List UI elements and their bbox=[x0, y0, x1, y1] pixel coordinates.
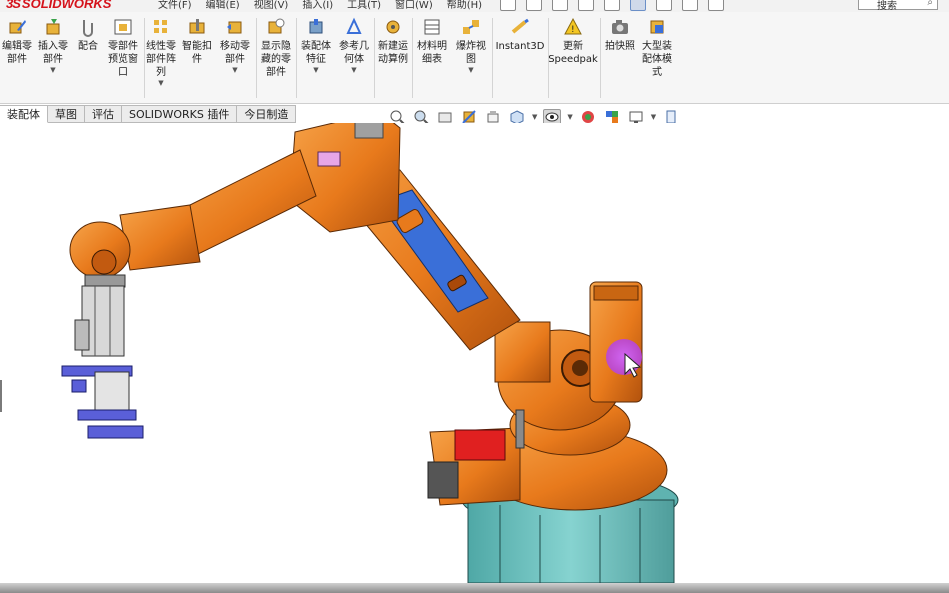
menu-window[interactable]: 窗口(W) bbox=[395, 0, 433, 11]
search-icon[interactable]: ⌕ bbox=[927, 0, 933, 8]
gripper-end-effector[interactable] bbox=[61, 285, 144, 439]
menu-items: 文件(F) 编辑(E) 视图(V) 插入(I) 工具(T) 窗口(W) 帮助(H… bbox=[158, 0, 482, 11]
insert-component-icon bbox=[42, 16, 64, 38]
chevron-down-icon[interactable]: ▼ bbox=[351, 66, 356, 74]
tab-manufacturing[interactable]: 今日制造 bbox=[237, 105, 297, 123]
rebuild-icon[interactable] bbox=[656, 0, 672, 11]
robot-arm-model[interactable] bbox=[0, 123, 949, 583]
menu-edit[interactable]: 编辑(E) bbox=[206, 0, 240, 11]
linear-pattern-button[interactable]: 线性零 部件阵 列 ▼ bbox=[144, 16, 178, 87]
chevron-down-icon[interactable]: ▼ bbox=[232, 66, 237, 74]
smart-fasteners-button[interactable]: 智能扣 件 bbox=[180, 16, 214, 66]
mate-icon bbox=[77, 16, 99, 38]
menu-view[interactable]: 视图(V) bbox=[254, 0, 289, 11]
chevron-down-icon[interactable]: ▼ bbox=[567, 113, 572, 121]
chevron-down-icon[interactable]: ▼ bbox=[313, 66, 318, 74]
speedpak-icon: ! bbox=[562, 16, 584, 38]
move-component-icon bbox=[224, 16, 246, 38]
instant3d-button[interactable]: Instant3D bbox=[494, 16, 546, 53]
chevron-down-icon[interactable]: ▼ bbox=[468, 66, 473, 74]
snapshot-icon bbox=[609, 16, 631, 38]
update-speedpak-button[interactable]: ! 更新 Speedpak bbox=[548, 16, 598, 66]
quick-access-toolbar bbox=[500, 0, 724, 11]
undo-icon[interactable] bbox=[604, 0, 620, 11]
reference-geometry-icon bbox=[343, 16, 365, 38]
menu-bar: 3S SOLIDWORKS 文件(F) 编辑(E) 视图(V) 插入(I) 工具… bbox=[0, 0, 949, 12]
reference-geometry-button[interactable]: 参考几 何体 ▼ bbox=[336, 16, 372, 74]
tab-evaluate[interactable]: 评估 bbox=[85, 105, 122, 123]
solidworks-logo: 3S SOLIDWORKS bbox=[6, 0, 111, 11]
show-hidden-components-button[interactable]: 显示隐 藏的零 部件 bbox=[258, 16, 294, 79]
menu-file[interactable]: 文件(F) bbox=[158, 0, 192, 11]
forearm[interactable] bbox=[119, 149, 317, 271]
wrist-joint[interactable] bbox=[69, 221, 131, 288]
warning-icon[interactable] bbox=[552, 0, 568, 11]
bill-of-materials-button[interactable]: 材料明 细表 bbox=[414, 16, 450, 66]
command-manager-ribbon: 编辑零 部件 插入零 部件 ▼ 配合 零部件 预览窗 口 线性零 部件阵 列 ▼… bbox=[0, 12, 949, 104]
search-placeholder: 搜索 bbox=[877, 1, 897, 12]
chevron-down-icon[interactable]: ▼ bbox=[651, 113, 656, 121]
bill-of-materials-icon bbox=[421, 16, 443, 38]
component-preview-button[interactable]: 零部件 预览窗 口 bbox=[104, 16, 142, 79]
ribbon-separator bbox=[412, 18, 413, 98]
new-motion-study-icon bbox=[382, 16, 404, 38]
large-assembly-icon bbox=[646, 16, 668, 38]
ds-logo-mark: 3S bbox=[6, 0, 21, 11]
logo-text: SOLIDWORKS bbox=[21, 0, 112, 11]
ribbon-separator bbox=[296, 18, 297, 98]
bottom-edge-shadow bbox=[0, 583, 949, 593]
tab-sketch[interactable]: 草图 bbox=[48, 105, 85, 123]
command-manager-tabs: 装配体 草图 评估 SOLIDWORKS 插件 今日制造 bbox=[0, 105, 297, 123]
file-properties-icon[interactable] bbox=[682, 0, 698, 11]
ribbon-separator bbox=[600, 18, 601, 98]
scroll-indicator bbox=[0, 380, 2, 412]
edit-component-button[interactable]: 编辑零 部件 bbox=[2, 16, 32, 66]
home-icon[interactable] bbox=[500, 0, 516, 11]
assembly-features-button[interactable]: 装配体 特征 ▼ bbox=[298, 16, 334, 74]
edit-component-icon bbox=[6, 16, 28, 38]
move-component-button[interactable]: 移动零 部件 ▼ bbox=[217, 16, 253, 74]
svg-text:!: ! bbox=[571, 25, 575, 35]
ribbon-separator bbox=[492, 18, 493, 98]
ribbon-separator bbox=[256, 18, 257, 98]
search-input[interactable]: 搜索 ⌕ bbox=[858, 0, 938, 12]
menu-insert[interactable]: 插入(I) bbox=[302, 0, 333, 11]
options-gear-icon[interactable] bbox=[708, 0, 724, 11]
new-document-icon[interactable] bbox=[526, 0, 542, 11]
show-hidden-icon bbox=[265, 16, 287, 38]
insert-component-button[interactable]: 插入零 部件 ▼ bbox=[36, 16, 70, 74]
menu-tools[interactable]: 工具(T) bbox=[347, 0, 381, 11]
new-motion-study-button[interactable]: 新建运 动算例 bbox=[375, 16, 411, 66]
assembly-feature-icon bbox=[305, 16, 327, 38]
select-icon[interactable] bbox=[630, 0, 646, 11]
chevron-down-icon[interactable]: ▼ bbox=[50, 66, 55, 74]
large-assembly-mode-button[interactable]: 大型装 配体模 式 bbox=[638, 16, 676, 79]
snapshot-button[interactable]: 拍快照 bbox=[602, 16, 638, 53]
instant3d-icon bbox=[509, 16, 531, 38]
tab-solidworks-addins[interactable]: SOLIDWORKS 插件 bbox=[122, 105, 238, 123]
print-icon[interactable] bbox=[578, 0, 594, 11]
component-preview-icon bbox=[112, 16, 134, 38]
exploded-view-icon bbox=[460, 16, 482, 38]
mate-button[interactable]: 配合 bbox=[76, 16, 100, 53]
graphics-area[interactable] bbox=[0, 123, 949, 583]
chevron-down-icon[interactable]: ▼ bbox=[158, 79, 163, 87]
smart-fasteners-icon bbox=[186, 16, 208, 38]
menu-help[interactable]: 帮助(H) bbox=[447, 0, 482, 11]
tab-assembly[interactable]: 装配体 bbox=[0, 105, 48, 123]
chevron-down-icon[interactable]: ▼ bbox=[532, 113, 537, 121]
linear-pattern-icon bbox=[150, 16, 172, 38]
exploded-view-button[interactable]: 爆炸视 图 ▼ bbox=[453, 16, 489, 74]
